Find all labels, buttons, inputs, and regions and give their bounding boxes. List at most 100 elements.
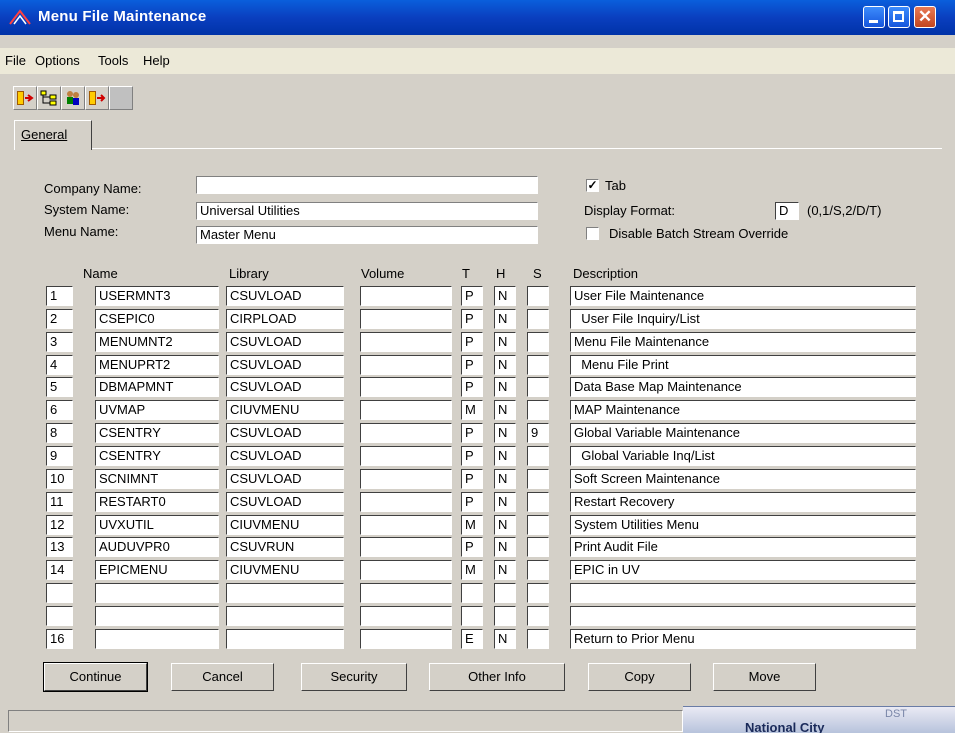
cell-description[interactable]: User File Maintenance — [570, 286, 916, 306]
move-button[interactable]: Move — [713, 663, 816, 691]
cell-description[interactable] — [570, 583, 916, 603]
cell-h[interactable]: N — [494, 492, 516, 512]
cell-name[interactable]: DBMAPMNT — [95, 377, 219, 397]
cell-h[interactable]: N — [494, 423, 516, 443]
cell-s[interactable] — [527, 446, 549, 466]
cell-t[interactable]: P — [461, 355, 483, 375]
tab-general[interactable]: General — [14, 120, 92, 150]
cell-library[interactable]: CIRPLOAD — [226, 309, 344, 329]
cell-volume[interactable] — [360, 537, 452, 557]
cell-h[interactable]: N — [494, 446, 516, 466]
cell-volume[interactable] — [360, 492, 452, 512]
cell-s[interactable] — [527, 583, 549, 603]
cell-s[interactable]: 9 — [527, 423, 549, 443]
cell-volume[interactable] — [360, 629, 452, 649]
cell-description[interactable]: Global Variable Maintenance — [570, 423, 916, 443]
cell-s[interactable] — [527, 400, 549, 420]
cell-t[interactable]: P — [461, 537, 483, 557]
cell-description[interactable]: Soft Screen Maintenance — [570, 469, 916, 489]
cell-h[interactable]: N — [494, 355, 516, 375]
disable-batch-checkbox[interactable] — [586, 227, 599, 240]
cell-h[interactable]: N — [494, 537, 516, 557]
cell-volume[interactable] — [360, 606, 452, 626]
cell-volume[interactable] — [360, 583, 452, 603]
cell-s[interactable] — [527, 355, 549, 375]
cell-num[interactable]: 10 — [46, 469, 73, 489]
cell-description[interactable]: Menu File Print — [570, 355, 916, 375]
cell-t[interactable]: E — [461, 629, 483, 649]
cell-description[interactable]: EPIC in UV — [570, 560, 916, 580]
cell-h[interactable]: N — [494, 332, 516, 352]
cell-t[interactable] — [461, 583, 483, 603]
cell-library[interactable]: CSUVLOAD — [226, 332, 344, 352]
cell-h[interactable]: N — [494, 515, 516, 535]
cell-num[interactable] — [46, 583, 73, 603]
cell-description[interactable]: Print Audit File — [570, 537, 916, 557]
cell-t[interactable]: P — [461, 309, 483, 329]
cell-name[interactable]: CSENTRY — [95, 423, 219, 443]
cell-library[interactable]: CIUVMENU — [226, 515, 344, 535]
cell-t[interactable]: P — [461, 377, 483, 397]
blank-button[interactable] — [109, 86, 133, 110]
cell-name[interactable]: AUDUVPR0 — [95, 537, 219, 557]
cell-name[interactable]: MENUPRT2 — [95, 355, 219, 375]
cell-s[interactable] — [527, 492, 549, 512]
cell-name[interactable]: EPICMENU — [95, 560, 219, 580]
cell-s[interactable] — [527, 286, 549, 306]
cell-t[interactable]: M — [461, 400, 483, 420]
cell-library[interactable]: CSUVLOAD — [226, 423, 344, 443]
maximize-button[interactable] — [888, 6, 910, 28]
cell-name[interactable]: MENUMNT2 — [95, 332, 219, 352]
security-button[interactable]: Security — [301, 663, 407, 691]
cell-num[interactable]: 11 — [46, 492, 73, 512]
cell-s[interactable] — [527, 629, 549, 649]
cell-num[interactable]: 2 — [46, 309, 73, 329]
cell-num[interactable]: 12 — [46, 515, 73, 535]
cancel-button[interactable]: Cancel — [171, 663, 274, 691]
cell-num[interactable]: 3 — [46, 332, 73, 352]
cell-name[interactable] — [95, 606, 219, 626]
cell-library[interactable]: CSUVRUN — [226, 537, 344, 557]
cell-name[interactable]: UVXUTIL — [95, 515, 219, 535]
cell-volume[interactable] — [360, 560, 452, 580]
cell-library[interactable]: CSUVLOAD — [226, 377, 344, 397]
cell-description[interactable]: Menu File Maintenance — [570, 332, 916, 352]
cell-s[interactable] — [527, 606, 549, 626]
cell-s[interactable] — [527, 309, 549, 329]
cell-t[interactable]: P — [461, 423, 483, 443]
cell-num[interactable]: 9 — [46, 446, 73, 466]
exit-button[interactable] — [13, 86, 37, 110]
cell-h[interactable]: N — [494, 560, 516, 580]
cell-num[interactable]: 8 — [46, 423, 73, 443]
menu-help[interactable]: Help — [143, 53, 170, 68]
cell-name[interactable] — [95, 583, 219, 603]
cell-volume[interactable] — [360, 515, 452, 535]
cell-t[interactable]: P — [461, 469, 483, 489]
tab-checkbox[interactable]: ✓ — [586, 179, 599, 192]
close-button[interactable]: ✕ — [914, 6, 936, 28]
cell-volume[interactable] — [360, 423, 452, 443]
cell-library[interactable]: CSUVLOAD — [226, 446, 344, 466]
continue-button[interactable]: Continue — [43, 662, 148, 692]
cell-t[interactable]: M — [461, 560, 483, 580]
cell-name[interactable]: CSENTRY — [95, 446, 219, 466]
tree-button[interactable] — [37, 86, 61, 110]
cell-s[interactable] — [527, 469, 549, 489]
users-button[interactable] — [61, 86, 85, 110]
cell-h[interactable] — [494, 583, 516, 603]
cell-name[interactable]: CSEPIC0 — [95, 309, 219, 329]
menu-tools[interactable]: Tools — [98, 53, 128, 68]
copy-button[interactable]: Copy — [588, 663, 691, 691]
cell-t[interactable]: P — [461, 332, 483, 352]
cell-volume[interactable] — [360, 377, 452, 397]
cell-h[interactable] — [494, 606, 516, 626]
cell-h[interactable]: N — [494, 286, 516, 306]
system-name-field[interactable]: Universal Utilities — [196, 202, 538, 220]
cell-library[interactable]: CSUVLOAD — [226, 492, 344, 512]
cell-description[interactable]: User File Inquiry/List — [570, 309, 916, 329]
cell-volume[interactable] — [360, 446, 452, 466]
cell-num[interactable]: 5 — [46, 377, 73, 397]
next-button[interactable] — [85, 86, 109, 110]
cell-name[interactable]: USERMNT3 — [95, 286, 219, 306]
cell-num[interactable]: 1 — [46, 286, 73, 306]
